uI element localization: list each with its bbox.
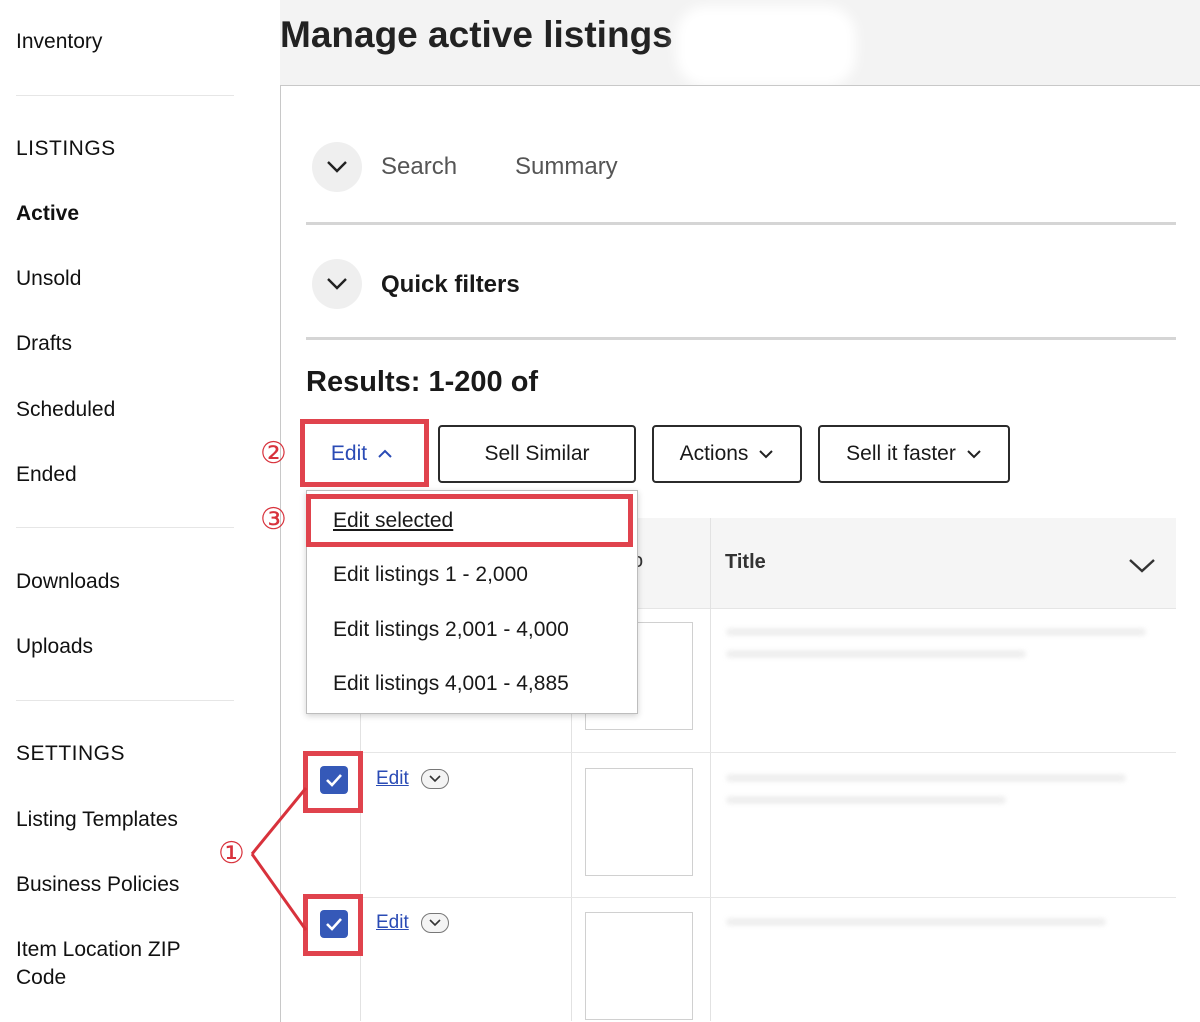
annotation-connector-lines [250, 787, 308, 931]
annotation-number-three: ③ [260, 502, 287, 537]
annotation-number-one: ① [218, 836, 245, 871]
annotation-number-two: ② [260, 436, 287, 471]
